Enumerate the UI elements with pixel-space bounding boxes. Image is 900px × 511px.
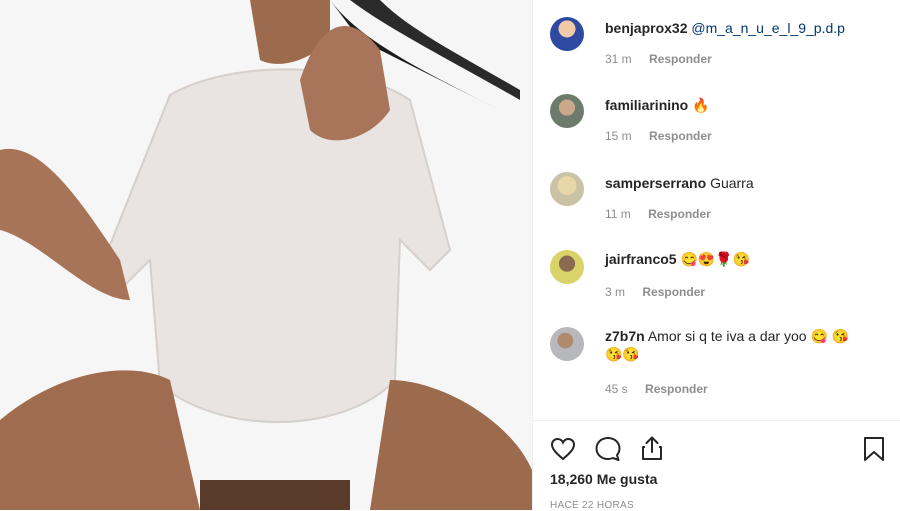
comment-time[interactable]: 11 m	[605, 207, 631, 221]
avatar[interactable]	[550, 94, 584, 128]
reply-button[interactable]: Responder	[649, 129, 712, 143]
avatar[interactable]	[550, 172, 584, 206]
comment-meta: 3 m Responder	[605, 285, 705, 299]
comment-meta: 15 m Responder	[605, 129, 712, 143]
comment-text: benjaprox32 @m_a_n_u_e_l_9_p.d.p	[605, 19, 890, 37]
reply-button[interactable]: Responder	[642, 285, 705, 299]
comment-username[interactable]: z7b7n	[605, 328, 645, 344]
comment-text: samperserrano Guarra	[605, 174, 890, 192]
bookmark-icon[interactable]	[863, 436, 885, 462]
heart-icon[interactable]	[550, 437, 576, 461]
comment-username[interactable]: samperserrano	[605, 175, 706, 191]
comment-username[interactable]: familiarinino	[605, 97, 688, 113]
comment-body: 🔥	[692, 97, 710, 113]
avatar[interactable]	[550, 17, 584, 51]
comment-meta: 11 m Responder	[605, 207, 711, 221]
comment-body: 😋😍🌹😘	[680, 251, 751, 267]
avatar[interactable]	[550, 250, 584, 284]
comment-time[interactable]: 31 m	[605, 52, 632, 66]
comment-body: Guarra	[710, 175, 754, 191]
post-actions: 18,260 Me gusta HACE 22 HORAS	[533, 420, 900, 511]
post-photo-illustration	[0, 0, 532, 510]
comment-time[interactable]: 3 m	[605, 285, 625, 299]
comment-username[interactable]: benjaprox32	[605, 20, 687, 36]
comment-time[interactable]: 15 m	[605, 129, 632, 143]
comment-meta: 31 m Responder	[605, 52, 712, 66]
comment-text: jairfranco5 😋😍🌹😘	[605, 250, 890, 268]
comment-username[interactable]: jairfranco5	[605, 251, 677, 267]
avatar[interactable]	[550, 327, 584, 361]
comment-text: familiarinino 🔥	[605, 96, 890, 114]
share-icon[interactable]	[640, 435, 664, 461]
post-timestamp: HACE 22 HORAS	[550, 500, 634, 511]
reply-button[interactable]: Responder	[645, 382, 708, 396]
comment-mention[interactable]: @m_a_n_u_e_l_9_p.d.p	[691, 20, 845, 36]
comment-text: z7b7n Amor si q te iva a dar yoo 😋 😘😘😘	[605, 327, 865, 363]
comment-time[interactable]: 45 s	[605, 382, 628, 396]
post-photo	[0, 0, 532, 510]
comments-panel: benjaprox32 @m_a_n_u_e_l_9_p.d.p 31 m Re…	[533, 0, 900, 511]
comment-icon[interactable]	[594, 436, 622, 462]
comment-meta: 45 s Responder	[605, 382, 708, 396]
comments-list: benjaprox32 @m_a_n_u_e_l_9_p.d.p 31 m Re…	[533, 0, 900, 420]
reply-button[interactable]: Responder	[649, 52, 712, 66]
reply-button[interactable]: Responder	[648, 207, 711, 221]
likes-count[interactable]: 18,260 Me gusta	[550, 471, 657, 487]
